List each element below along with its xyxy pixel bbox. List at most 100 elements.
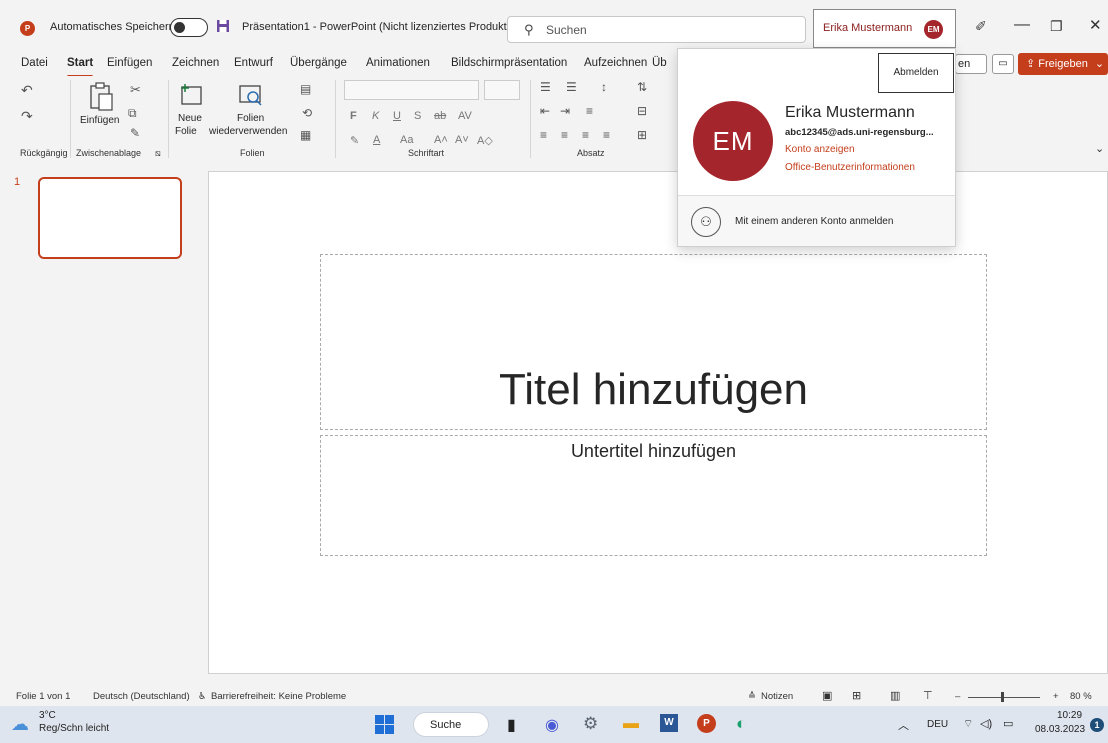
office-user-info-link[interactable]: Office-Benutzerinformationen: [785, 162, 915, 173]
tab-ueberpruefen[interactable]: Üb: [652, 57, 667, 69]
edge-icon[interactable]: ◐: [736, 714, 746, 734]
reuse-slides-label[interactable]: Folien: [237, 113, 264, 124]
align-text-icon[interactable]: ⊟: [637, 104, 647, 118]
highlight-icon[interactable]: ✎: [350, 134, 359, 147]
numbering-icon[interactable]: ☰: [566, 80, 577, 94]
zoom-slider[interactable]: [968, 697, 1040, 698]
tab-einfuegen[interactable]: Einfügen: [107, 57, 152, 69]
layout-icon[interactable]: ▤: [300, 82, 311, 96]
notification-badge[interactable]: 1: [1090, 718, 1104, 732]
slide-thumbnail[interactable]: [38, 177, 182, 259]
autosave-toggle[interactable]: [170, 18, 208, 37]
new-slide-label[interactable]: Neue: [178, 113, 202, 124]
increase-indent-icon[interactable]: ⇥: [560, 104, 570, 118]
columns-icon[interactable]: ≡: [586, 104, 593, 118]
reading-view-icon[interactable]: ▥: [890, 689, 900, 702]
weather-temperature[interactable]: 3°C: [39, 710, 56, 721]
zoom-level[interactable]: 80 %: [1070, 691, 1092, 702]
volume-icon[interactable]: ◁): [980, 717, 992, 730]
designer-pen-icon[interactable]: ✐: [975, 18, 987, 35]
zoom-in-icon[interactable]: +: [1053, 691, 1059, 702]
clear-format-icon[interactable]: A◇: [477, 134, 493, 147]
char-spacing-icon[interactable]: AV: [458, 110, 472, 122]
tab-entwurf[interactable]: Entwurf: [234, 57, 273, 69]
word-icon[interactable]: W: [660, 714, 678, 732]
other-account-label[interactable]: Mit einem anderen Konto anmelden: [735, 216, 893, 227]
windows-start-icon[interactable]: [375, 715, 394, 734]
minimize-icon[interactable]: —: [1014, 16, 1030, 34]
reuse-slides-label-2[interactable]: wiederverwenden: [209, 126, 287, 137]
undo-icon[interactable]: ↶: [21, 82, 33, 99]
tab-start[interactable]: Start: [67, 57, 94, 78]
decrease-indent-icon[interactable]: ⇤: [540, 104, 550, 118]
zoom-out-icon[interactable]: –: [955, 691, 960, 702]
font-size-select[interactable]: [484, 80, 520, 100]
taskbar-search[interactable]: Suche: [413, 712, 489, 737]
view-account-link[interactable]: Konto anzeigen: [785, 144, 855, 155]
text-direction-icon[interactable]: ⇅: [637, 80, 647, 94]
font-family-select[interactable]: [344, 80, 479, 100]
task-view-icon[interactable]: ▮: [507, 715, 516, 735]
ribbon-expand-icon[interactable]: ⌄: [1095, 142, 1104, 155]
shrink-font-icon[interactable]: A˅: [455, 134, 469, 146]
slideshow-icon[interactable]: ⊤: [923, 689, 933, 702]
grow-font-icon[interactable]: A˄: [434, 134, 448, 146]
clock-time[interactable]: 10:29: [1057, 710, 1082, 721]
powerpoint-taskbar-icon[interactable]: P: [697, 714, 716, 733]
share-button[interactable]: ⇪ Freigeben ⌄: [1018, 53, 1108, 75]
battery-icon[interactable]: ▭: [1003, 717, 1013, 730]
weather-icon[interactable]: ☁: [11, 714, 29, 735]
slide-sorter-icon[interactable]: ⊞: [852, 689, 861, 702]
tab-uebergaenge[interactable]: Übergänge: [290, 57, 347, 69]
normal-view-icon[interactable]: ▣: [822, 689, 832, 702]
signout-button[interactable]: Abmelden: [878, 53, 954, 93]
reset-icon[interactable]: ⟲: [302, 106, 312, 120]
weather-description[interactable]: Reg/Schn leicht: [39, 723, 109, 734]
notes-button[interactable]: Notizen: [761, 691, 793, 702]
italic-icon[interactable]: K: [372, 110, 379, 122]
change-case-icon[interactable]: Aa: [400, 134, 413, 146]
dialog-launcher-icon[interactable]: ⧅: [155, 148, 161, 159]
comments-icon[interactable]: ▭: [992, 54, 1014, 74]
align-right-icon[interactable]: ≡: [582, 128, 589, 142]
smartart-icon[interactable]: ⊞: [637, 128, 647, 142]
copy-icon[interactable]: ⧉: [128, 106, 137, 121]
new-slide-icon[interactable]: [180, 82, 204, 108]
justify-icon[interactable]: ≡: [603, 128, 610, 142]
tab-aufzeichnen[interactable]: Aufzeichnen: [584, 57, 647, 69]
file-explorer-icon[interactable]: ▬: [623, 715, 639, 733]
search-box[interactable]: ⚲ Suchen: [507, 16, 806, 43]
save-icon[interactable]: [216, 19, 230, 33]
underline-icon[interactable]: U: [393, 110, 401, 122]
close-icon[interactable]: ✕: [1089, 16, 1102, 34]
redo-icon[interactable]: ↷: [21, 108, 33, 125]
wifi-icon[interactable]: ⌔: [963, 717, 973, 731]
paste-label[interactable]: Einfügen: [80, 115, 119, 126]
bold-icon[interactable]: F: [350, 110, 357, 122]
accessibility-status[interactable]: Barrierefreiheit: Keine Probleme: [211, 691, 346, 702]
cut-icon[interactable]: ✂: [130, 82, 141, 98]
strikethrough-icon[interactable]: ab: [434, 110, 446, 122]
new-slide-label-2[interactable]: Folie: [175, 126, 197, 137]
title-placeholder[interactable]: Titel hinzufügen: [320, 254, 987, 430]
paste-icon[interactable]: [88, 82, 114, 112]
tab-animationen[interactable]: Animationen: [366, 57, 430, 69]
section-icon[interactable]: ▦: [300, 128, 311, 142]
keyboard-language[interactable]: DEU: [927, 719, 948, 730]
bullets-icon[interactable]: ☰: [540, 80, 551, 94]
tab-datei[interactable]: Datei: [21, 57, 48, 69]
subtitle-placeholder[interactable]: Untertitel hinzufügen: [320, 435, 987, 556]
zoom-slider-handle[interactable]: [1001, 692, 1004, 702]
chevron-up-icon[interactable]: ︿: [898, 717, 909, 733]
format-painter-icon[interactable]: ✎: [130, 126, 140, 140]
account-button[interactable]: Erika Mustermann EM: [813, 9, 956, 48]
line-spacing-icon[interactable]: ↕: [601, 80, 607, 94]
tab-zeichnen[interactable]: Zeichnen: [172, 57, 219, 69]
reuse-slides-icon[interactable]: [238, 84, 264, 108]
clock-date[interactable]: 08.03.2023: [1035, 724, 1085, 735]
font-color-icon[interactable]: A: [373, 134, 380, 146]
language-status[interactable]: Deutsch (Deutschland): [93, 691, 190, 702]
tab-area-button[interactable]: en: [955, 54, 987, 74]
restore-icon[interactable]: ❐: [1050, 18, 1063, 35]
tab-bildschirmpraesentation[interactable]: Bildschirmpräsentation: [451, 57, 567, 69]
